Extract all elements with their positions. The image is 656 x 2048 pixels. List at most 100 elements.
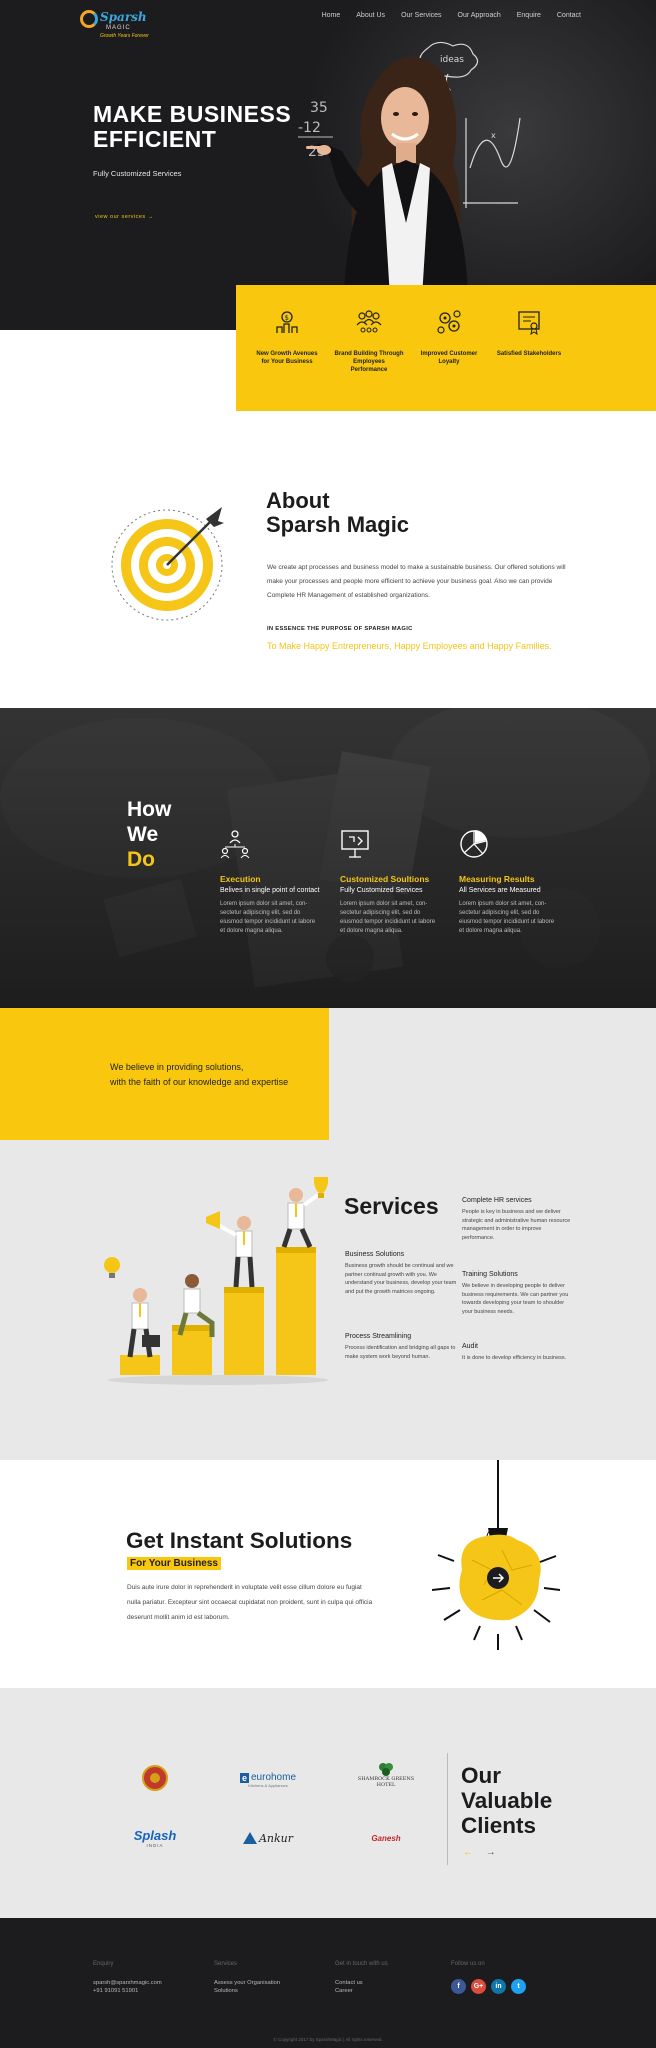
team-icon <box>356 310 382 333</box>
client-eurohome-logo[interactable]: e eurohome Kitchens & Appliances <box>225 1765 311 1795</box>
site-logo[interactable]: Sparsh MAGIC Growth Years Forever <box>80 8 150 42</box>
service-title: Process Streamlining <box>345 1333 412 1340</box>
service-training[interactable]: Training Solutions We believe in develop… <box>462 1271 574 1316</box>
ankur-triangle-icon <box>242 1832 257 1844</box>
service-body: Process identification and bridging all … <box>345 1345 456 1360</box>
target-icon <box>111 507 224 621</box>
clients-line1: Our <box>461 1763 502 1788</box>
nav-our-approach[interactable]: Our Approach <box>458 12 501 19</box>
footer-link-contact[interactable]: Contact us <box>335 1979 388 1987</box>
presentation-icon <box>341 830 369 858</box>
nav-enquire[interactable]: Enquire <box>517 12 541 19</box>
chalk-ideas: ideas <box>440 55 464 65</box>
about-title-line1: About <box>266 488 330 513</box>
service-title: Business Solutions <box>345 1251 405 1258</box>
google-plus-icon[interactable]: G+ <box>471 1979 486 1994</box>
how-item-measuring: Measuring Results All Services are Measu… <box>459 829 559 936</box>
nav-contact[interactable]: Contact <box>557 12 581 19</box>
clients-divider <box>447 1753 448 1865</box>
eurohome-e-icon: e <box>239 1772 249 1783</box>
footer-phone[interactable]: +91 91091 51901 <box>93 1987 162 1995</box>
ankur-text: Ankur <box>258 1831 294 1845</box>
how-item-subtitle: Fully Customized Services <box>340 887 423 894</box>
ganesh-text: Ganesh <box>371 1833 401 1843</box>
shamrock-leaf-icon <box>379 1763 393 1776</box>
stat-label: Brand Building Through Employees Perform… <box>334 351 404 373</box>
stat-label: Satisfied Stakeholders <box>496 351 562 357</box>
footer-heading: Get in touch with us <box>335 1961 388 1967</box>
believe-line2: with the faith of our knowledge and expe… <box>110 1077 289 1087</box>
paper-bulb-icon <box>432 1460 561 1650</box>
clients-line2: Valuable <box>461 1788 553 1813</box>
view-services-link[interactable]: view our services → <box>95 214 154 220</box>
client-crest-logo[interactable] <box>112 1763 198 1793</box>
stat-label: Improved Customer Loyalty <box>420 351 478 365</box>
svg-text:$: $ <box>285 314 289 322</box>
how-item-title: Measuring Results <box>459 874 535 884</box>
service-title: Training Solutions <box>462 1271 518 1278</box>
service-process-streamlining[interactable]: Process Streamlining Process identificat… <box>345 1333 457 1361</box>
stat-stakeholders: Satisfied Stakeholders <box>494 309 564 358</box>
instant-solutions-subtitle: For Your Business <box>127 1557 221 1570</box>
twitter-icon[interactable]: t <box>511 1979 526 1994</box>
ankur-mark: Ankur <box>242 1831 294 1845</box>
logo-tagline: Growth Years Forever <box>100 33 149 39</box>
footer-link-solutions[interactable]: Solutions <box>214 1987 280 1995</box>
service-title: Complete HR services <box>462 1197 532 1204</box>
how-line1: How <box>127 798 172 821</box>
footer-enquiry: Enquiry sparsh@sparshmagic.com +91 91091… <box>93 1961 162 1995</box>
believe-text: We believe in providing solutions, with … <box>110 1060 288 1090</box>
linkedin-icon[interactable]: in <box>491 1979 506 1994</box>
clients-section <box>0 1688 656 1918</box>
how-item-title: Execution <box>220 874 261 884</box>
copyright-text: © Copyright 2017 by SparshMagic | All ri… <box>273 2037 383 2042</box>
how-we-do-title: How We Do <box>127 797 171 872</box>
footer-heading: Follow us on <box>451 1961 485 1967</box>
how-line2: We <box>127 823 159 846</box>
gears-icon <box>437 310 461 334</box>
facebook-icon[interactable]: f <box>451 1979 466 1994</box>
footer-heading: Enquiry <box>93 1961 114 1967</box>
service-body: It is done to develop efficiency in busi… <box>462 1355 567 1361</box>
logo-sub: MAGIC <box>106 25 131 31</box>
service-body: We believe in developing people to deliv… <box>462 1283 569 1315</box>
footer-heading: Services <box>214 1961 238 1967</box>
hero-subtitle: Fully Customized Services <box>93 169 182 178</box>
hierarchy-icon <box>220 830 250 859</box>
service-audit[interactable]: Audit It is done to develop efficiency i… <box>462 1343 574 1363</box>
how-item-execution: Execution Belives in single point of con… <box>220 829 320 936</box>
service-complete-hr[interactable]: Complete HR services People is key in bu… <box>462 1197 574 1242</box>
eurohome-sub: Kitchens & Appliances <box>248 1783 288 1788</box>
footer-link-assess[interactable]: Assess your Organisation <box>214 1979 280 1987</box>
logo-name: Sparsh <box>100 10 147 24</box>
nav-home[interactable]: Home <box>322 12 341 19</box>
service-business-solutions[interactable]: Business Solutions Business growth shoul… <box>345 1251 457 1296</box>
money-growth-icon: $ <box>276 311 298 333</box>
how-item-subtitle: Belives in single point of contact <box>220 887 320 894</box>
footer-link-career[interactable]: Career <box>335 1987 388 1995</box>
pie-chart-icon <box>460 830 488 858</box>
nav-about-us[interactable]: About Us <box>356 12 385 19</box>
instant-solutions-title: Get Instant Solutions <box>126 1528 353 1553</box>
main-nav: Home About Us Our Services Our Approach … <box>322 12 581 19</box>
about-title-line2: Sparsh Magic <box>266 512 410 537</box>
client-ganesh-logo[interactable]: Ganesh <box>343 1823 429 1853</box>
nav-our-services[interactable]: Our Services <box>401 12 441 19</box>
carousel-prev-button[interactable]: ← <box>463 1847 473 1858</box>
certificate-icon <box>518 311 540 336</box>
client-splash-logo[interactable]: Splash INDIA <box>112 1823 198 1853</box>
how-item-body: Lorem ipsum dolor sit amet, con-sectetur… <box>220 901 316 934</box>
service-title: Audit <box>462 1343 478 1350</box>
team-success-illustration <box>104 1177 328 1385</box>
carousel-next-button[interactable]: → <box>486 1847 496 1858</box>
client-shamrock-logo[interactable]: SHAMROCK GREENS HOTEL <box>343 1760 429 1790</box>
clients-title: Our Valuable Clients <box>461 1763 552 1838</box>
client-ankur-logo[interactable]: Ankur <box>225 1823 311 1853</box>
crest-logo-icon <box>142 1765 168 1791</box>
eurohome-mark: e eurohome <box>239 1772 296 1783</box>
splash-text: Splash <box>133 1828 177 1843</box>
about-text: We create apt processes and business mod… <box>267 564 566 599</box>
service-body: Business growth should be continual and … <box>345 1263 457 1295</box>
how-line3: Do <box>127 848 155 871</box>
footer-email-link[interactable]: sparsh@sparshmagic.com <box>93 1979 162 1987</box>
